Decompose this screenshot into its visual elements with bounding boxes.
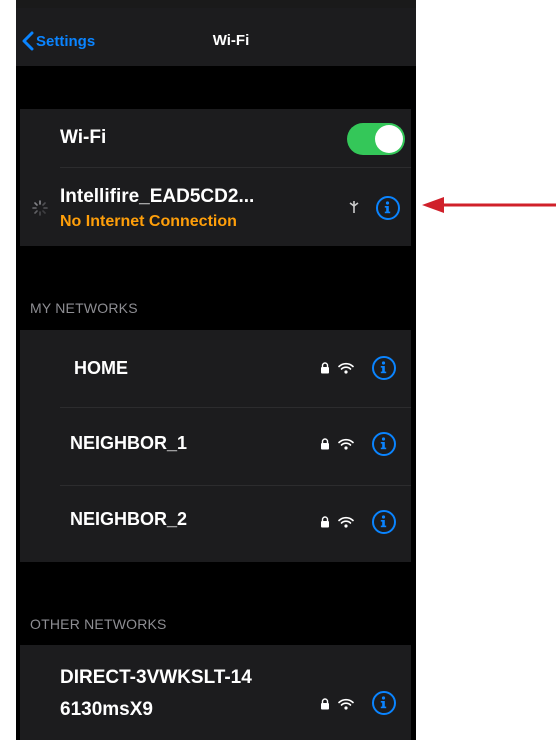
wifi-icon xyxy=(338,362,354,374)
wifi-toggle[interactable] xyxy=(347,123,405,155)
status-bar xyxy=(16,0,416,8)
page-title: Wi-Fi xyxy=(212,32,250,49)
spinner-icon xyxy=(32,200,48,216)
toggle-knob xyxy=(375,125,403,153)
network-row[interactable]: NEIGHBOR_2 xyxy=(20,486,411,562)
wifi-icon xyxy=(338,698,354,710)
wifi-icon xyxy=(338,438,354,450)
info-icon xyxy=(380,361,387,374)
current-network-status: No Internet Connection xyxy=(60,213,237,230)
wifi-toggle-row: Wi-Fi xyxy=(20,109,411,167)
network-name: NEIGHBOR_2 xyxy=(70,509,188,529)
network-row[interactable]: HOME xyxy=(20,330,411,407)
network-name-line1: DIRECT-3VWKSLT-14 xyxy=(60,667,252,688)
other-networks-header: OTHER NETWORKS xyxy=(30,616,167,632)
network-name: HOME xyxy=(74,358,128,378)
info-icon xyxy=(384,201,391,214)
info-icon xyxy=(380,515,387,528)
other-networks-group: DIRECT-3VWKSLT-14 6130msX9 xyxy=(20,645,411,740)
lock-icon xyxy=(321,698,329,710)
my-networks-group: HOME NEIGHBOR_1 NEIGHBOR_2 xyxy=(20,330,411,562)
info-button[interactable] xyxy=(372,356,396,380)
wifi-icon xyxy=(338,516,354,528)
info-icon xyxy=(380,696,387,709)
my-networks-header: MY NETWORKS xyxy=(30,300,138,316)
current-network-name: Intellifire_EAD5CD2... xyxy=(60,186,255,207)
navigation-bar: Settings Wi-Fi xyxy=(16,8,416,66)
info-button[interactable] xyxy=(372,432,396,456)
network-name: NEIGHBOR_1 xyxy=(70,433,188,453)
network-name-line2: 6130msX9 xyxy=(60,699,153,720)
iphone-screen: Settings Wi-Fi Wi-Fi Intellifire_EAD5CD2… xyxy=(16,0,416,740)
arrow-icon xyxy=(422,197,556,213)
info-button[interactable] xyxy=(372,510,396,534)
lock-icon xyxy=(321,438,329,450)
wifi-group: Wi-Fi Intellifire_EAD5CD2... No Internet… xyxy=(20,109,411,246)
info-button[interactable] xyxy=(376,196,400,220)
network-row[interactable]: NEIGHBOR_1 xyxy=(20,408,411,485)
info-icon xyxy=(380,437,387,450)
lock-icon xyxy=(321,516,329,528)
info-button[interactable] xyxy=(372,691,396,715)
current-network-row[interactable]: Intellifire_EAD5CD2... No Internet Conne… xyxy=(20,168,411,246)
lock-icon xyxy=(321,362,329,374)
network-row[interactable]: DIRECT-3VWKSLT-14 6130msX9 xyxy=(20,645,411,740)
antenna-icon xyxy=(349,201,359,213)
wifi-toggle-label: Wi-Fi xyxy=(60,127,107,148)
